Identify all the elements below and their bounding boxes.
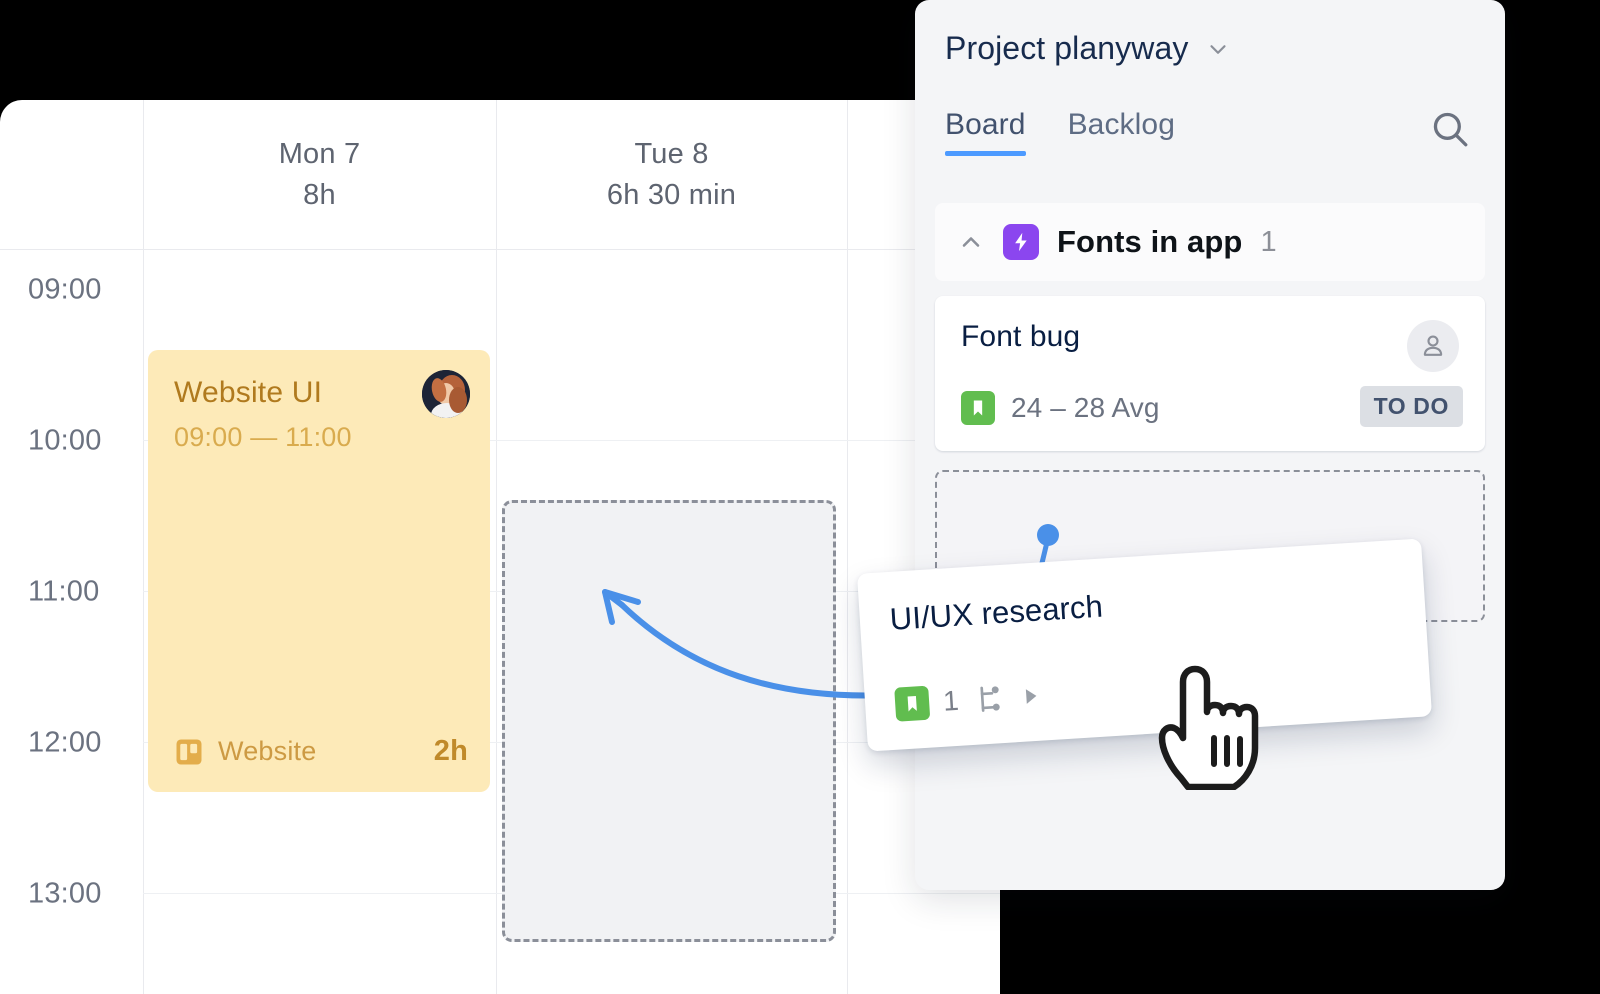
status-badge[interactable]: TO DO <box>1360 386 1463 427</box>
tab-board[interactable]: Board <box>945 108 1026 156</box>
project-title: Project planyway <box>945 30 1189 67</box>
event-time-range: 09:00 — 11:00 <box>174 422 468 453</box>
chevron-down-icon[interactable] <box>1205 36 1231 62</box>
dragged-card-meta: 1 <box>894 679 1041 722</box>
calendar-header: Mon 7 8h Tue 8 6h 30 min <box>0 100 1000 250</box>
trello-board-icon <box>174 737 204 767</box>
epic-group-header[interactable]: Fonts in app 1 <box>935 203 1485 281</box>
time-label-1100: 11:00 <box>28 576 99 609</box>
project-selector[interactable]: Project planyway <box>945 30 1231 67</box>
lightning-bolt-icon <box>1003 224 1039 260</box>
calendar-column-header-mon[interactable]: Mon 7 8h <box>143 100 496 249</box>
dragged-card-title: UI/UX research <box>889 570 1395 638</box>
calendar-event-website-ui[interactable]: Website UI 09:00 — 11:00 <box>148 350 490 792</box>
assignee-avatar-placeholder[interactable] <box>1407 320 1459 372</box>
column-duration-label: 6h 30 min <box>607 179 736 212</box>
chevron-up-icon[interactable] <box>957 228 985 256</box>
time-label-0900: 09:00 <box>28 274 102 307</box>
subtask-branch-icon <box>972 682 1006 716</box>
user-placeholder-icon <box>1418 331 1448 361</box>
calendar-column-header-tue[interactable]: Tue 8 6h 30 min <box>496 100 847 249</box>
triangle-right-icon[interactable] <box>1018 685 1041 708</box>
epic-title: Fonts in app <box>1057 224 1242 260</box>
event-footer: Website 2h <box>174 735 468 768</box>
user-photo-avatar <box>422 370 470 418</box>
avatar <box>422 370 470 418</box>
search-icon[interactable] <box>1429 108 1471 150</box>
event-duration: 2h <box>434 735 468 768</box>
screenshot-root: Mon 7 8h Tue 8 6h 30 min 09:00 10:00 11:… <box>0 0 1600 994</box>
curved-arrow-icon <box>560 560 890 720</box>
green-bookmark-icon <box>961 391 995 425</box>
dragged-card-ui-ux-research[interactable]: UI/UX research 1 <box>857 538 1432 751</box>
event-board-ref: Website <box>174 736 316 767</box>
time-label-1300: 13:00 <box>28 878 102 911</box>
epic-count: 1 <box>1260 226 1276 259</box>
column-duration-label: 8h <box>303 179 336 212</box>
event-board-label: Website <box>218 736 316 767</box>
time-label-1200: 12:00 <box>28 727 102 760</box>
column-day-label: Mon 7 <box>279 138 361 171</box>
tab-backlog[interactable]: Backlog <box>1068 108 1175 156</box>
green-bookmark-icon <box>894 686 930 722</box>
issue-estimate: 24 – 28 Avg <box>1011 392 1160 424</box>
board-tabs: Board Backlog <box>945 108 1175 156</box>
issue-card-font-bug[interactable]: Font bug 24 – 28 Avg TO DO <box>935 296 1485 451</box>
dragged-card-count: 1 <box>942 685 960 718</box>
calendar-panel: Mon 7 8h Tue 8 6h 30 min 09:00 10:00 11:… <box>0 100 1000 994</box>
issue-meta: 24 – 28 Avg <box>961 391 1160 425</box>
issue-title: Font bug <box>961 320 1459 354</box>
column-day-label: Tue 8 <box>634 138 708 171</box>
pointing-hand-cursor <box>1148 660 1268 790</box>
time-label-1000: 10:00 <box>28 425 102 458</box>
